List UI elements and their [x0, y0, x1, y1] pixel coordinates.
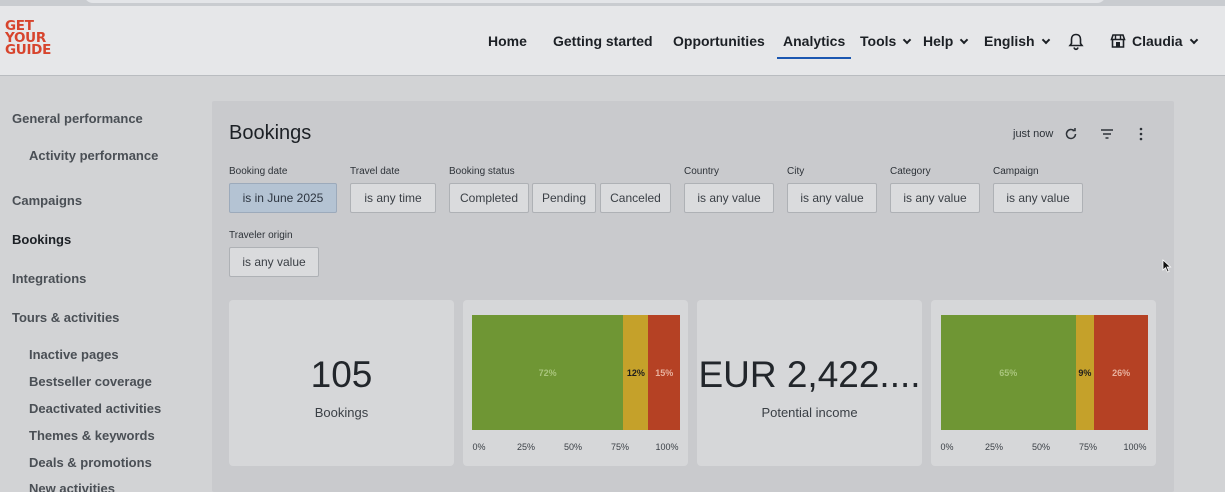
- booking-status-label: Booking status: [449, 166, 515, 177]
- axis-tick-label: 0%: [472, 442, 486, 452]
- sidebar-item-general-performance[interactable]: General performance: [12, 111, 143, 126]
- bar-segment-completed[interactable]: 65%: [941, 315, 1076, 430]
- page-title: Bookings: [229, 122, 312, 144]
- axis-tick-label: 25%: [516, 442, 536, 452]
- top-header: GET YOUR GUIDE Home Getting started Oppo…: [0, 6, 1225, 76]
- category-filter[interactable]: is any value: [890, 183, 980, 213]
- income-axis-ticks: 0% 25% 50% 75% 100%: [940, 442, 1146, 454]
- city-filter[interactable]: is any value: [787, 183, 877, 213]
- sidebar-item-inactive-pages[interactable]: Inactive pages: [29, 347, 119, 362]
- travel-date-filter[interactable]: is any time: [350, 183, 436, 213]
- nav-language[interactable]: English: [984, 33, 1050, 49]
- bar-segment-pending[interactable]: 9%: [1075, 315, 1095, 430]
- axis-tick-label: 50%: [563, 442, 583, 452]
- bell-icon[interactable]: [1068, 33, 1084, 51]
- sidebar-item-campaigns[interactable]: Campaigns: [12, 193, 82, 208]
- city-label: City: [787, 166, 805, 177]
- nav-analytics[interactable]: Analytics: [776, 33, 852, 59]
- country-label: Country: [684, 166, 720, 177]
- bookings-status-bar: 72% 12% 15%: [472, 315, 680, 430]
- axis-tick-label: 100%: [655, 442, 679, 452]
- more-options-icon[interactable]: [1133, 126, 1149, 142]
- nav-getting-started[interactable]: Getting started: [553, 33, 653, 49]
- bar-segment-pending[interactable]: 12%: [623, 315, 649, 430]
- category-label: Category: [890, 166, 931, 177]
- axis-tick-label: 0%: [940, 442, 954, 452]
- nav-opportunities[interactable]: Opportunities: [673, 33, 765, 49]
- bar-segment-canceled[interactable]: 26%: [1094, 315, 1148, 430]
- campaign-filter[interactable]: is any value: [993, 183, 1083, 213]
- chevron-down-icon: [960, 35, 969, 45]
- sidebar-item-bestseller-coverage[interactable]: Bestseller coverage: [29, 374, 152, 389]
- traveler-origin-label: Traveler origin: [229, 230, 293, 241]
- axis-tick-label: 50%: [1031, 442, 1051, 452]
- sidebar-item-tours-activities[interactable]: Tours & activities: [12, 310, 119, 325]
- campaign-label: Campaign: [993, 166, 1039, 177]
- logo-line: GUIDE: [5, 42, 51, 58]
- sidebar-item-deals-promotions[interactable]: Deals & promotions: [29, 455, 152, 470]
- potential-income-value: EUR 2,422....: [698, 354, 921, 395]
- user-name: Claudia: [1132, 33, 1183, 49]
- chevron-down-icon: [1189, 35, 1198, 45]
- traveler-origin-filter[interactable]: is any value: [229, 247, 319, 277]
- travel-date-label: Travel date: [350, 166, 400, 177]
- nav-help[interactable]: Help: [923, 33, 969, 49]
- nav-language-label: English: [984, 33, 1035, 49]
- bar-segment-completed[interactable]: 72%: [472, 315, 624, 430]
- bar-segment-canceled[interactable]: 15%: [648, 315, 680, 430]
- income-kpi-card: EUR 2,422.... Potential income: [697, 300, 922, 466]
- axis-tick-label: 25%: [984, 442, 1004, 452]
- potential-income-label: Potential income: [761, 405, 858, 420]
- booking-date-filter[interactable]: is in June 2025: [229, 183, 337, 213]
- status-pending-toggle[interactable]: Pending: [532, 183, 596, 213]
- refresh-icon[interactable]: [1063, 126, 1079, 142]
- getyourguide-logo[interactable]: GET YOUR GUIDE: [5, 19, 51, 58]
- booking-date-label: Booking date: [229, 166, 288, 177]
- sidebar-item-bookings[interactable]: Bookings: [12, 232, 71, 247]
- last-refresh-status: just now: [1013, 128, 1054, 140]
- nav-help-label: Help: [923, 33, 954, 49]
- nav-tools[interactable]: Tools: [860, 33, 912, 49]
- sidebar-item-deactivated-activities[interactable]: Deactivated activities: [29, 401, 161, 416]
- browser-bar: [84, 0, 1106, 3]
- sidebar-item-integrations[interactable]: Integrations: [12, 271, 86, 286]
- chevron-down-icon: [903, 35, 912, 45]
- bookings-kpi-card: 105 Bookings: [229, 300, 454, 466]
- income-status-bar: 65% 9% 26%: [941, 315, 1148, 430]
- axis-tick-label: 75%: [1078, 442, 1098, 452]
- nav-home[interactable]: Home: [488, 33, 527, 49]
- status-canceled-toggle[interactable]: Canceled: [600, 183, 671, 213]
- user-menu[interactable]: Claudia: [1110, 33, 1198, 49]
- sidebar-item-new-activities[interactable]: New activities: [29, 481, 115, 492]
- bookings-count-label: Bookings: [314, 405, 369, 420]
- country-filter[interactable]: is any value: [684, 183, 774, 213]
- axis-tick-label: 100%: [1123, 442, 1147, 452]
- status-completed-toggle[interactable]: Completed: [449, 183, 529, 213]
- bookings-axis-ticks: 0% 25% 50% 75% 100%: [472, 442, 678, 454]
- storefront-icon: [1110, 34, 1126, 48]
- nav-tools-label: Tools: [860, 33, 897, 49]
- sidebar-item-themes-keywords[interactable]: Themes & keywords: [29, 428, 155, 443]
- mouse-cursor-icon: [1162, 259, 1172, 273]
- chevron-down-icon: [1041, 35, 1050, 45]
- filter-icon[interactable]: [1099, 126, 1115, 142]
- bookings-count: 105: [310, 354, 373, 395]
- sidebar-item-activity-performance[interactable]: Activity performance: [29, 148, 158, 163]
- axis-tick-label: 75%: [610, 442, 630, 452]
